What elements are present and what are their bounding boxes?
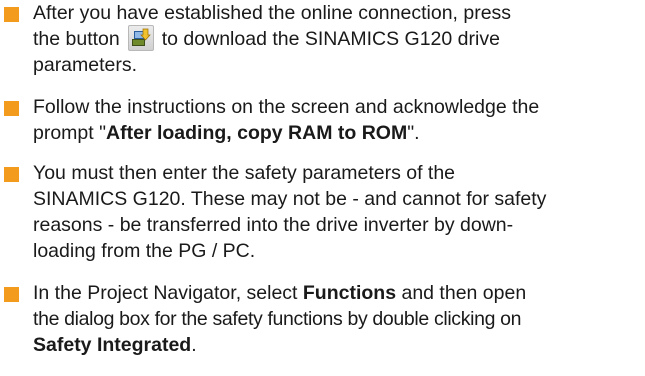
bullet-square-icon — [4, 167, 19, 182]
item-line: Safety Integrated. — [33, 334, 197, 356]
item-line: loading from the PG / PC. — [33, 240, 256, 262]
item-line: After you have established the online co… — [33, 2, 512, 24]
bullet-square-icon — [4, 7, 19, 22]
item-line: Follow the instructions on the screen an… — [33, 96, 540, 118]
item-text: You must then enter the safety parameter… — [33, 160, 643, 264]
item-line: SINAMICS G120. These may not be - and ca… — [33, 188, 547, 210]
download-to-device-icon — [127, 24, 154, 51]
item-line: the dialog box for the safety functions … — [33, 308, 522, 330]
bullet-square-icon — [4, 287, 19, 302]
item-text: Follow the instructions on the screen an… — [33, 94, 643, 146]
item-line: In the Project Navigator, select Functio… — [33, 282, 527, 304]
item-text: After you have established the online co… — [33, 0, 643, 78]
item-line: the button to download the SINAMICS G120… — [33, 24, 643, 52]
instruction-list: After you have established the online co… — [0, 0, 645, 376]
bullet-square-icon — [4, 101, 19, 116]
item-text: In the Project Navigator, select Functio… — [33, 280, 643, 358]
item-line: reasons - be transferred into the drive … — [33, 214, 514, 236]
item-line: parameters. — [33, 54, 138, 76]
item-line: prompt "After loading, copy RAM to ROM". — [33, 122, 420, 144]
item-line: You must then enter the safety parameter… — [33, 162, 456, 184]
